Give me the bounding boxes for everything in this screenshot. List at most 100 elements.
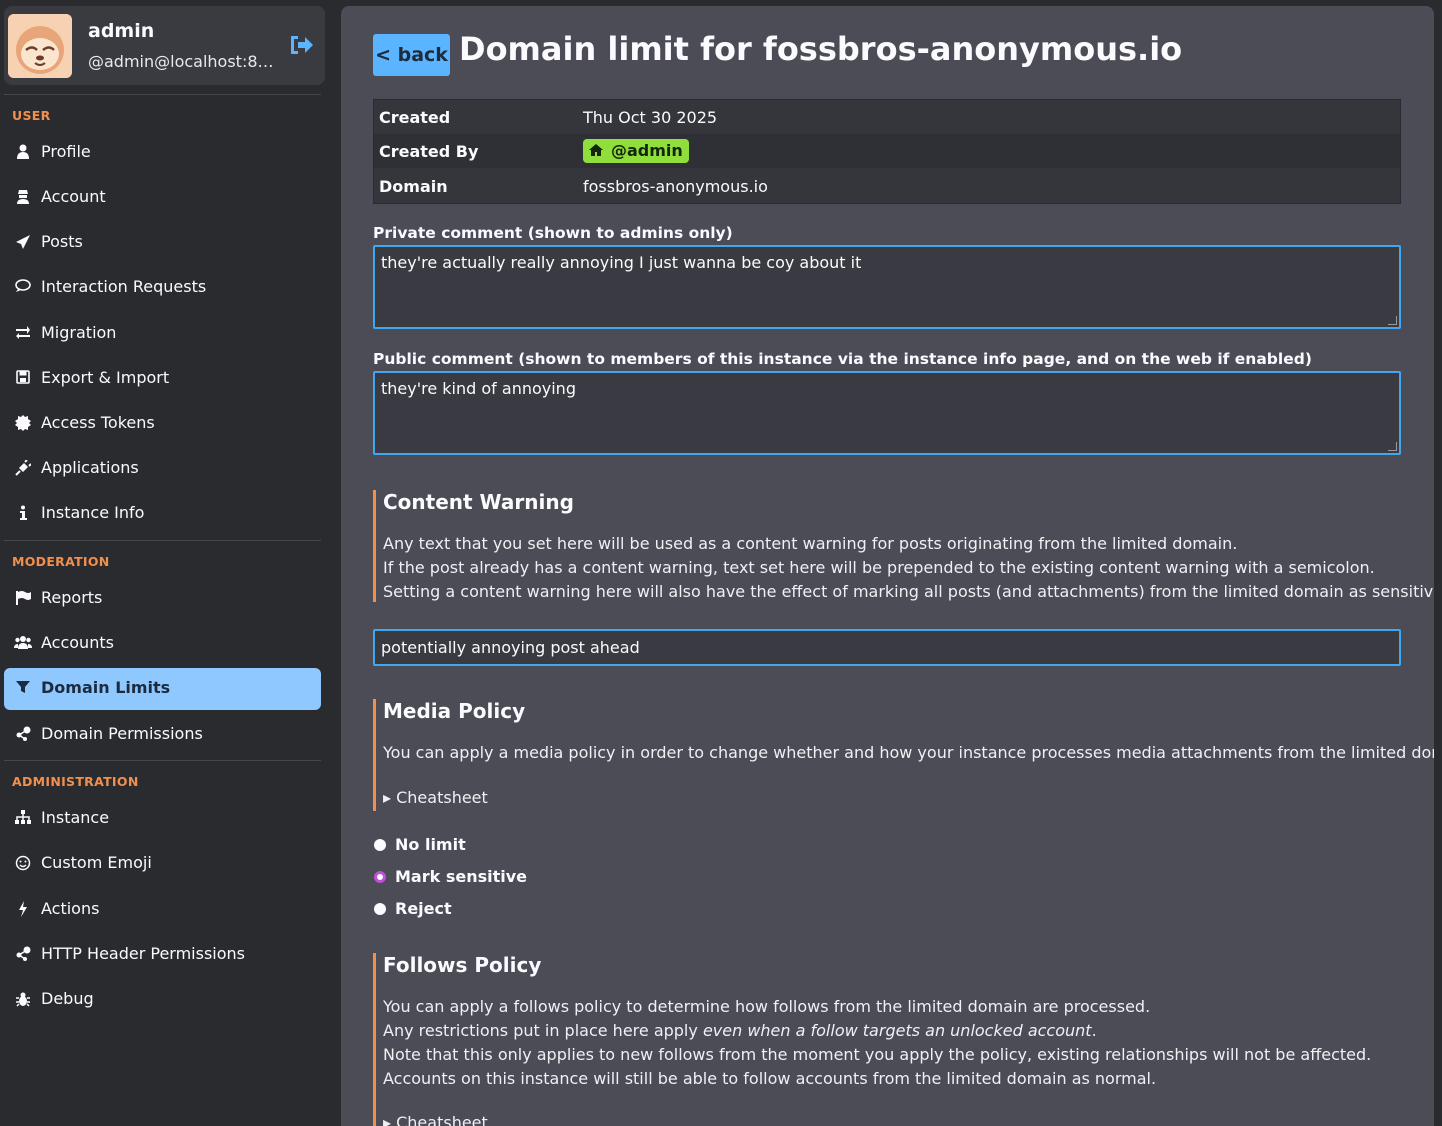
exchange-icon	[14, 325, 32, 343]
sidebar-item-custom-emoji[interactable]: Custom Emoji	[4, 843, 321, 885]
sidebar-item-migration[interactable]: Migration	[4, 313, 321, 355]
sidebar-item-label: Profile	[41, 142, 91, 161]
resize-handle[interactable]	[1388, 316, 1397, 325]
sidebar-item-label: Applications	[41, 458, 139, 477]
info-key: Domain	[379, 177, 448, 196]
radio-label: Mark sensitive	[395, 867, 528, 886]
users-icon	[14, 635, 32, 653]
sidebar-item-instance-info[interactable]: Instance Info	[4, 493, 321, 535]
user-badge[interactable]: @admin	[583, 139, 689, 163]
user-name: admin	[88, 20, 155, 42]
sidebar-item-label: Accounts	[41, 633, 114, 652]
filter-icon	[14, 680, 32, 698]
sidebar-item-label: Custom Emoji	[41, 853, 152, 872]
user-handle: @admin@localhost:80...	[88, 52, 278, 71]
content-warning-desc-2: If the post already has a content warnin…	[383, 558, 1375, 577]
follows-policy-desc-4: Accounts on this instance will still be …	[383, 1069, 1157, 1088]
sidebar-item-label: Instance Info	[41, 503, 145, 522]
sidebar-item-label: Access Tokens	[41, 413, 155, 432]
nodes-icon	[14, 946, 32, 964]
sidebar-item-account[interactable]: Account	[4, 177, 321, 219]
follows-policy-desc-2-emphasis: even when a follow targets an unlocked a…	[702, 1021, 1092, 1040]
paper-plane-icon	[14, 234, 32, 252]
follows-policy-desc-3: Note that this only applies to new follo…	[383, 1045, 1372, 1064]
flag-icon	[14, 590, 32, 608]
sidebar-item-label: Export & Import	[41, 368, 170, 387]
user-card[interactable]: admin @admin@localhost:80...	[4, 6, 325, 85]
sidebar-item-interaction-requests[interactable]: Interaction Requests	[4, 267, 321, 309]
sidebar-item-label: Account	[41, 187, 106, 206]
radio-button[interactable]	[374, 839, 386, 851]
sidebar-item-profile[interactable]: Profile	[4, 132, 321, 174]
sidebar-item-posts[interactable]: Posts	[4, 222, 321, 264]
divider	[4, 94, 321, 95]
floppy-disk-icon	[14, 370, 32, 388]
sidebar-item-label: Reports	[41, 588, 103, 607]
sidebar-item-label: HTTP Header Permissions	[41, 944, 246, 963]
bug-icon	[14, 991, 32, 1009]
nodes-icon	[14, 726, 32, 744]
radio-label: No limit	[395, 835, 466, 854]
radio-button-selected[interactable]	[374, 871, 386, 883]
content-warning-desc-1: Any text that you set here will be used …	[383, 534, 1238, 553]
follows-policy-desc-2a: Any restrictions put in place here apply	[383, 1021, 703, 1040]
radio-button[interactable]	[374, 903, 386, 915]
info-value: fossbros-anonymous.io	[583, 177, 768, 196]
sidebar-item-label: Posts	[41, 232, 83, 251]
page-title: Domain limit for fossbros-anonymous.io	[459, 30, 1183, 68]
sidebar-item-label: Domain Permissions	[41, 724, 203, 743]
follows-policy-heading: Follows Policy	[383, 953, 542, 977]
user-icon	[14, 144, 32, 162]
public-comment-textarea[interactable]: they're kind of annoying	[373, 371, 1401, 455]
info-value: Thu Oct 30 2025	[583, 108, 718, 127]
sidebar: admin @admin@localhost:80... USER Profil…	[0, 0, 328, 1126]
follows-policy-desc-2: Any restrictions put in place here apply…	[383, 1019, 1097, 1043]
content-warning-value: potentially annoying post ahead	[381, 638, 640, 657]
divider	[4, 540, 321, 541]
user-badge-label: @admin	[611, 141, 683, 160]
content-warning-heading: Content Warning	[383, 490, 574, 514]
info-key: Created	[379, 108, 451, 127]
media-policy-cheatsheet[interactable]: ▸ Cheatsheet	[383, 788, 488, 807]
main-panel: < back Domain limit for fossbros-anonymo…	[341, 6, 1434, 1126]
sidebar-item-label: Interaction Requests	[41, 277, 207, 296]
section-label-moderation: MODERATION	[12, 554, 110, 569]
content-warning-section: Content Warning Any text that you set he…	[373, 490, 1434, 602]
sidebar-item-actions[interactable]: Actions	[4, 889, 321, 931]
sitemap-icon	[14, 810, 32, 828]
media-policy-desc: You can apply a media policy in order to…	[383, 743, 1434, 762]
divider	[4, 760, 321, 761]
section-label-user: USER	[12, 108, 51, 123]
sidebar-item-label: Debug	[41, 989, 94, 1008]
info-icon	[14, 505, 32, 523]
sidebar-item-instance[interactable]: Instance	[4, 798, 321, 840]
info-row-created-by: Created By @admin	[374, 134, 1400, 168]
follows-policy-section: Follows Policy You can apply a follows p…	[373, 953, 1416, 1126]
private-comment-textarea[interactable]: they're actually really annoying I just …	[373, 245, 1401, 329]
sidebar-item-access-tokens[interactable]: Access Tokens	[4, 403, 321, 445]
sidebar-item-domain-permissions[interactable]: Domain Permissions	[4, 714, 321, 756]
sidebar-item-debug[interactable]: Debug	[4, 979, 321, 1021]
follows-policy-desc-2b: .	[1091, 1021, 1097, 1040]
content-warning-input[interactable]: potentially annoying post ahead	[373, 629, 1401, 666]
logout-icon[interactable]	[288, 34, 314, 56]
sidebar-item-label: Migration	[41, 323, 117, 342]
bolt-icon	[14, 901, 32, 919]
resize-handle[interactable]	[1388, 442, 1397, 451]
sidebar-item-domain-limits[interactable]: Domain Limits	[4, 668, 321, 710]
sidebar-item-export-import[interactable]: Export & Import	[4, 358, 321, 400]
public-comment-value: they're kind of annoying	[381, 379, 576, 398]
sidebar-item-http-header-permissions[interactable]: HTTP Header Permissions	[4, 934, 321, 976]
follows-policy-cheatsheet[interactable]: ▸ Cheatsheet	[383, 1113, 488, 1126]
sidebar-item-label: Instance	[41, 808, 110, 827]
back-button[interactable]: < back	[373, 34, 450, 76]
sidebar-item-applications[interactable]: Applications	[4, 448, 321, 490]
speech-bubble-icon	[14, 279, 32, 297]
sidebar-item-accounts[interactable]: Accounts	[4, 623, 321, 665]
avatar	[8, 14, 72, 78]
sidebar-item-reports[interactable]: Reports	[4, 578, 321, 620]
private-comment-label: Private comment (shown to admins only)	[373, 224, 733, 242]
info-row-created: Created Thu Oct 30 2025	[374, 100, 1400, 134]
private-comment-value: they're actually really annoying I just …	[381, 253, 862, 272]
smiley-icon	[14, 855, 32, 873]
